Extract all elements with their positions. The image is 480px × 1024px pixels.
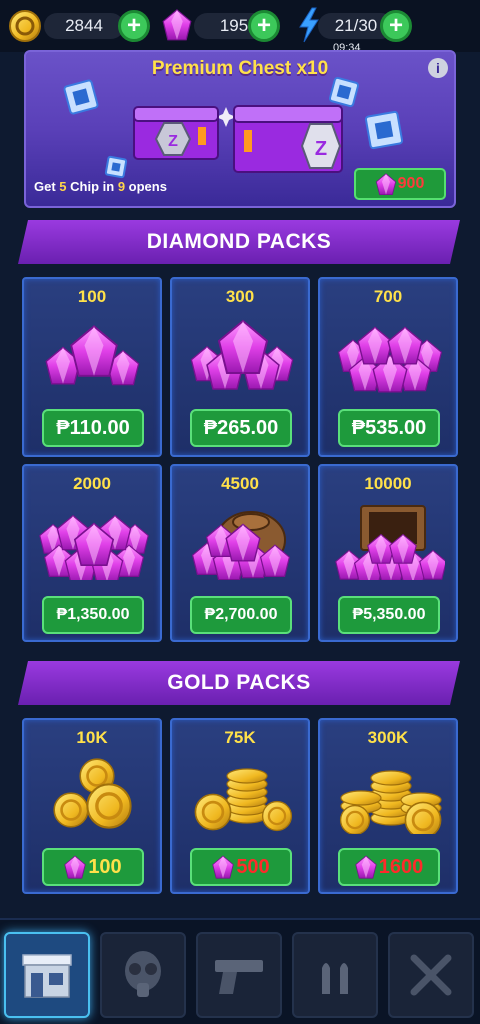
diamond-pack-card[interactable]: 100 ₱110.00 xyxy=(22,277,162,457)
bullets-icon xyxy=(322,963,348,994)
diamond-packs-header: DIAMOND PACKS xyxy=(18,220,460,264)
diamond-pack-card[interactable]: 10000 ₱5,350.00 xyxy=(318,464,458,642)
note-text: Get xyxy=(34,179,60,194)
add-energy-button[interactable]: + xyxy=(380,10,412,42)
price-label: 1600 xyxy=(378,855,424,878)
note-text: opens xyxy=(125,179,167,194)
gold-pile-icon xyxy=(339,770,442,834)
price-label: ₱535.00 xyxy=(351,416,427,439)
gold-packs-header: GOLD PACKS xyxy=(18,661,460,705)
crossed-knives-icon xyxy=(410,954,452,996)
pack-amount: 2000 xyxy=(73,474,111,493)
banner-chip-note: Get 5 Chip in 9 opens xyxy=(34,179,167,194)
note-text: Chip in xyxy=(66,179,118,194)
gem-icon xyxy=(212,855,234,879)
top-resource-bar: 2844 + 195 + 21/30 + 09:34 xyxy=(0,0,480,54)
gem-chest-icon xyxy=(335,505,445,580)
gem-bag-icon xyxy=(192,511,290,580)
pack-amount: 300 xyxy=(225,287,255,306)
gold-stack-icon xyxy=(194,768,293,832)
pistol-icon xyxy=(215,960,263,994)
diamond-pack-card[interactable]: 700 ₱535.00 xyxy=(318,277,458,457)
gem-pile-icon xyxy=(338,326,442,393)
price-label: ₱2,700.00 xyxy=(204,606,278,623)
pack-amount: 4500 xyxy=(221,474,259,493)
gem-icon xyxy=(64,855,86,879)
nav-shop-tab[interactable] xyxy=(4,932,90,1018)
gem-icon xyxy=(162,9,192,41)
buy-button[interactable]: ₱110.00 xyxy=(42,409,144,447)
buy-button[interactable]: 500 xyxy=(190,848,292,886)
add-coins-button[interactable]: + xyxy=(118,10,150,42)
buy-button[interactable]: 1600 xyxy=(338,848,440,886)
pack-amount: 10K xyxy=(76,728,108,747)
price-label: ₱1,350.00 xyxy=(56,606,130,623)
nav-weapons-tab[interactable] xyxy=(196,932,282,1018)
gem-pile-icon xyxy=(190,320,294,390)
bottom-nav-bar xyxy=(0,918,480,1024)
price-label: 100 xyxy=(88,855,122,878)
coin-amount: 2844 xyxy=(44,13,124,39)
gas-mask-icon xyxy=(125,951,161,997)
chest-price-value: 900 xyxy=(397,175,425,192)
pack-amount: 700 xyxy=(373,287,403,306)
diamond-pack-card[interactable]: 4500 ₱2,700.00 xyxy=(170,464,310,642)
pack-amount: 100 xyxy=(77,287,107,306)
price-label: ₱110.00 xyxy=(56,416,130,439)
buy-button[interactable]: ₱535.00 xyxy=(338,409,440,447)
add-gems-button[interactable]: + xyxy=(248,10,280,42)
svg-text:Z: Z xyxy=(168,133,178,150)
gold-coins-icon xyxy=(52,757,133,830)
gem-icon xyxy=(355,855,377,879)
chip-count: 5 xyxy=(59,179,67,194)
gem-pile-icon xyxy=(45,325,140,386)
shop-icon xyxy=(22,954,72,998)
buy-button[interactable]: 100 xyxy=(42,848,144,886)
nav-ammo-tab[interactable] xyxy=(292,932,378,1018)
buy-button[interactable]: ₱1,350.00 xyxy=(42,596,144,634)
gold-pack-card[interactable]: 75K 500 xyxy=(170,718,310,894)
price-label: 500 xyxy=(236,855,270,878)
nav-melee-tab[interactable] xyxy=(388,932,474,1018)
buy-button[interactable]: ₱5,350.00 xyxy=(338,596,440,634)
buy-button[interactable]: ₱265.00 xyxy=(190,409,292,447)
buy-button[interactable]: ₱2,700.00 xyxy=(190,596,292,634)
gem-pile-icon xyxy=(39,515,149,580)
pack-amount: 300K xyxy=(367,728,409,747)
gold-pack-card[interactable]: 300K 1600 xyxy=(318,718,458,894)
pack-amount: 10000 xyxy=(364,474,412,493)
price-label: ₱265.00 xyxy=(203,416,279,439)
pack-amount: 75K xyxy=(224,728,256,747)
diamond-pack-card[interactable]: 2000 ₱1,350.00 xyxy=(22,464,162,642)
diamond-pack-card[interactable]: 300 ₱265.00 xyxy=(170,277,310,457)
svg-text:Z: Z xyxy=(315,138,327,160)
open-count: 9 xyxy=(117,179,126,194)
chest-buy-button[interactable]: 900 xyxy=(354,168,446,200)
premium-chest-banner[interactable]: Premium Chest x10 i Z Z Get 5 Chip in 9 … xyxy=(24,50,456,208)
price-label: ₱5,350.00 xyxy=(352,606,426,623)
gem-icon xyxy=(375,173,396,196)
coin-icon xyxy=(9,10,41,42)
nav-gear-tab[interactable] xyxy=(100,932,186,1018)
gold-pack-card[interactable]: 10K 100 xyxy=(22,718,162,894)
